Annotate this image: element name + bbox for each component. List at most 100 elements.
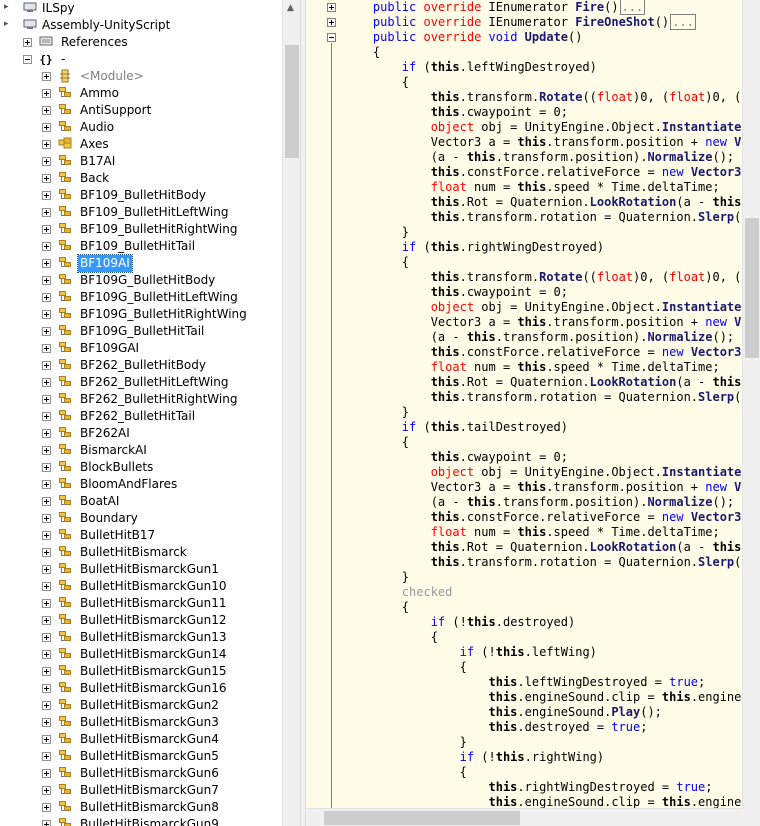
tree-vertical-scrollbar[interactable]: ▲ [282, 0, 300, 826]
expand-plus-icon[interactable] [42, 208, 51, 217]
tree-item-type[interactable]: BulletHitBismarckGun14 [0, 646, 282, 663]
expand-plus-icon[interactable] [42, 395, 51, 404]
expand-plus-icon[interactable] [42, 276, 51, 285]
expand-plus-icon[interactable] [42, 497, 51, 506]
expand-plus-icon[interactable] [42, 514, 51, 523]
tree-item-ilspy[interactable]: ▸ ILSpy [0, 0, 282, 17]
expand-plus-icon[interactable] [42, 361, 51, 370]
tree-item-type[interactable]: Back [0, 170, 282, 187]
expand-arrow-icon[interactable]: ▸ [4, 2, 9, 12]
expand-plus-icon[interactable] [42, 344, 51, 353]
tree-item-type[interactable]: BF262_BulletHitRightWing [0, 391, 282, 408]
expand-plus-icon[interactable] [42, 429, 51, 438]
collapsed-region-marker[interactable]: ... [670, 14, 696, 30]
tree-item-type[interactable]: BF109G_BulletHitTail [0, 323, 282, 340]
tree-item-type[interactable]: BF109_BulletHitLeftWing [0, 204, 282, 221]
tree-item-type[interactable]: BF109_BulletHitBody [0, 187, 282, 204]
code-horizontal-scrollbar[interactable] [306, 808, 742, 826]
tree-item-type[interactable]: BlockBullets [0, 459, 282, 476]
tree-item-type[interactable]: BF262_BulletHitBody [0, 357, 282, 374]
tree-item-type[interactable]: BF109G_BulletHitLeftWing [0, 289, 282, 306]
expand-plus-icon[interactable] [42, 242, 51, 251]
expand-plus-icon[interactable] [42, 140, 51, 149]
expand-plus-icon[interactable] [42, 820, 51, 826]
tree-item-type[interactable]: BulletHitBismarckGun3 [0, 714, 282, 731]
tree-item-type[interactable]: BF109GAI [0, 340, 282, 357]
tree-item-type[interactable]: BF262AI [0, 425, 282, 442]
tree-scroll-thumb[interactable] [285, 45, 299, 158]
expand-plus-icon[interactable] [42, 259, 51, 268]
tree-item-type[interactable]: BulletHitBismarckGun5 [0, 748, 282, 765]
tree-item-module[interactable]: <Module> [0, 68, 282, 85]
expand-plus-icon[interactable] [42, 310, 51, 319]
expand-arrow-icon[interactable]: ▸ [4, 19, 9, 29]
expand-plus-icon[interactable] [42, 89, 51, 98]
tree-item-type[interactable]: BulletHitBismarckGun4 [0, 731, 282, 748]
code-hscroll-thumb[interactable] [324, 811, 520, 825]
expand-plus-icon[interactable] [42, 769, 51, 778]
expand-plus-icon[interactable] [42, 599, 51, 608]
tree-item-type[interactable]: BulletHitBismarckGun16 [0, 680, 282, 697]
tree-item-type[interactable]: BulletHitBismarckGun8 [0, 799, 282, 816]
expand-plus-icon[interactable] [42, 378, 51, 387]
expand-plus-icon[interactable] [42, 633, 51, 642]
expand-plus-icon[interactable] [42, 531, 51, 540]
expand-plus-icon[interactable] [42, 684, 51, 693]
tree-item-type[interactable]: BulletHitBismarck [0, 544, 282, 561]
tree-item-type[interactable]: Audio [0, 119, 282, 136]
code-vscroll-thumb[interactable] [745, 218, 759, 358]
collapse-minus-icon[interactable] [23, 55, 32, 64]
tree-item-type[interactable]: Boundary [0, 510, 282, 527]
tree-item-namespace[interactable]: {} - [0, 51, 282, 68]
expand-plus-icon[interactable] [42, 191, 51, 200]
expand-plus-icon[interactable] [42, 157, 51, 166]
tree-item-type[interactable]: BulletHitBismarckGun12 [0, 612, 282, 629]
fold-expand-icon[interactable] [327, 3, 336, 12]
expand-plus-icon[interactable] [42, 616, 51, 625]
expand-plus-icon[interactable] [42, 650, 51, 659]
expand-plus-icon[interactable] [42, 701, 51, 710]
scroll-up-arrow-icon[interactable]: ▲ [287, 3, 294, 13]
collapsed-region-marker[interactable]: ... [619, 0, 646, 15]
expand-plus-icon[interactable] [42, 735, 51, 744]
fold-collapse-icon[interactable] [327, 33, 336, 42]
tree-item-type[interactable]: BF109G_BulletHitBody [0, 272, 282, 289]
tree-item-type[interactable]: BF109G_BulletHitRightWing [0, 306, 282, 323]
tree-item-type[interactable]: BulletHitBismarckGun1 [0, 561, 282, 578]
expand-plus-icon[interactable] [42, 480, 51, 489]
tree-item-type[interactable]: BulletHitBismarckGun2 [0, 697, 282, 714]
tree-item-type[interactable]: BismarckAI [0, 442, 282, 459]
expand-plus-icon[interactable] [42, 548, 51, 557]
tree-item-type[interactable]: AntiSupport [0, 102, 282, 119]
expand-plus-icon[interactable] [42, 446, 51, 455]
tree-item-type[interactable]: Axes [0, 136, 282, 153]
code-vertical-scrollbar[interactable] [742, 0, 760, 808]
expand-plus-icon[interactable] [42, 667, 51, 676]
expand-plus-icon[interactable] [42, 463, 51, 472]
expand-plus-icon[interactable] [42, 293, 51, 302]
tree-item-type[interactable]: Ammo [0, 85, 282, 102]
tree-item-type[interactable]: BulletHitBismarckGun6 [0, 765, 282, 782]
tree-item-type[interactable]: BloomAndFlares [0, 476, 282, 493]
expand-plus-icon[interactable] [42, 412, 51, 421]
tree-item-type[interactable]: BF109_BulletHitRightWing [0, 221, 282, 238]
tree-item-type[interactable]: BF262_BulletHitTail [0, 408, 282, 425]
tree-item-type[interactable]: BF109_BulletHitTail [0, 238, 282, 255]
expand-plus-icon[interactable] [42, 582, 51, 591]
tree-item-type[interactable]: BulletHitBismarckGun13 [0, 629, 282, 646]
expand-plus-icon[interactable] [42, 174, 51, 183]
fold-expand-icon[interactable] [327, 18, 336, 27]
expand-plus-icon[interactable] [42, 718, 51, 727]
expand-plus-icon[interactable] [42, 752, 51, 761]
expand-plus-icon[interactable] [23, 38, 32, 47]
tree-item-references[interactable]: References [0, 34, 282, 51]
expand-plus-icon[interactable] [42, 565, 51, 574]
tree-item-assembly[interactable]: ▸ Assembly-UnityScript [0, 17, 282, 34]
expand-plus-icon[interactable] [42, 72, 51, 81]
tree-item-type[interactable]: BF262_BulletHitLeftWing [0, 374, 282, 391]
expand-plus-icon[interactable] [42, 803, 51, 812]
tree-item-type[interactable]: BulletHitBismarckGun9 [0, 816, 282, 826]
expand-plus-icon[interactable] [42, 123, 51, 132]
tree-item-type[interactable]: BulletHitBismarckGun7 [0, 782, 282, 799]
tree-item-type[interactable]: BulletHitBismarckGun10 [0, 578, 282, 595]
